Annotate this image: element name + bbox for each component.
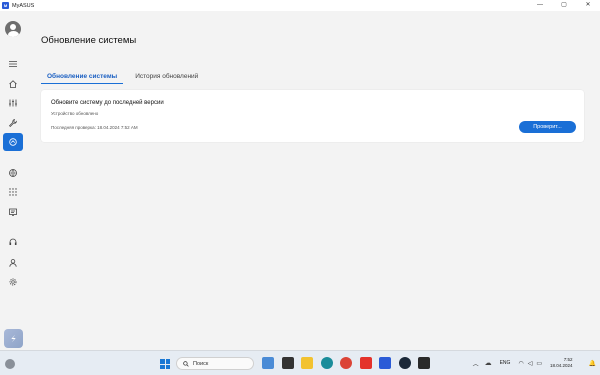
gear-icon <box>9 278 17 286</box>
update-card: Обновите систему до последней версии Уст… <box>41 90 584 142</box>
last-check-text: Последняя проверка: 18.04.2024 7:52 AM <box>51 125 138 130</box>
wifi-icon[interactable]: ◠ <box>518 360 523 367</box>
sidebar-item-link[interactable] <box>3 164 23 182</box>
page-title: Обновление системы <box>41 35 137 46</box>
window-controls: — ▢ ✕ <box>528 0 600 11</box>
yandex-icon[interactable] <box>359 357 372 369</box>
chrome-icon[interactable] <box>340 357 352 369</box>
steam-icon[interactable] <box>398 357 411 369</box>
myasus-logo-icon: M <box>2 2 9 9</box>
taskbar-search[interactable]: Поиск <box>176 357 254 370</box>
epic-games-icon[interactable] <box>418 357 430 369</box>
storeapp-icon <box>11 334 16 343</box>
sidebar-item-customization[interactable] <box>3 94 23 112</box>
storeapp-button[interactable] <box>4 329 23 348</box>
user-icon <box>9 259 17 267</box>
avatar[interactable] <box>5 21 21 37</box>
card-heading: Обновите систему до последней версии <box>51 100 164 106</box>
update-icon <box>9 138 17 146</box>
system-tray: ︿ ☁ ENG ◠ ◁ ▭ 7:52 18.04.2024 🔔 <box>473 351 600 375</box>
status-text: Устройство обновлено <box>51 111 99 116</box>
clock-date: 18.04.2024 <box>549 363 573 368</box>
widgets-icon[interactable] <box>262 357 274 369</box>
home-icon <box>9 80 17 88</box>
notification-bell-icon[interactable]: 🔔 <box>589 360 596 367</box>
chevron-up-icon[interactable]: ︿ <box>473 359 479 368</box>
clock[interactable]: 7:52 18.04.2024 <box>550 357 573 369</box>
taskbar: Поиск ︿ ☁ ENG ◠ ◁ ▭ 7:52 18.04.2024 🔔 <box>0 350 600 375</box>
window-title: MyASUS <box>12 2 35 9</box>
weather-icon[interactable] <box>5 359 15 369</box>
file-explorer-icon[interactable] <box>301 357 313 369</box>
sidebar-item-support[interactable] <box>3 233 23 251</box>
sidebar-item-apps[interactable] <box>3 183 23 201</box>
tab-system-update[interactable]: Обновление системы <box>40 71 124 84</box>
apps-grid-icon <box>9 188 17 196</box>
tab-bar: Обновление системы История обновлений <box>40 71 212 84</box>
sidebar-item-settings[interactable] <box>3 273 23 291</box>
wrench-icon <box>9 119 17 127</box>
speaker-icon[interactable]: ◁ <box>528 360 533 367</box>
language-indicator[interactable]: ENG <box>500 360 511 366</box>
sidebar <box>0 11 26 350</box>
start-button[interactable] <box>160 359 170 369</box>
onedrive-icon[interactable]: ☁ <box>485 359 492 367</box>
close-button[interactable]: ✕ <box>576 0 600 11</box>
taskbar-apps <box>262 357 438 369</box>
search-icon <box>183 360 189 367</box>
myasus-icon[interactable] <box>379 357 391 369</box>
hamburger-icon <box>9 61 17 67</box>
sliders-icon <box>9 99 17 107</box>
sidebar-item-menu[interactable] <box>3 55 23 73</box>
check-updates-button[interactable]: Проверит... <box>519 121 576 133</box>
sidebar-item-home[interactable] <box>3 75 23 93</box>
sidebar-item-news[interactable] <box>3 203 23 221</box>
sidebar-item-system-update[interactable] <box>3 133 23 151</box>
main-content: Обновление системы Обновление системы Ис… <box>26 11 600 350</box>
headset-icon <box>9 238 17 245</box>
sidebar-item-user-center[interactable] <box>3 254 23 272</box>
edge-icon[interactable] <box>320 357 333 369</box>
media-player-icon[interactable] <box>281 357 294 369</box>
maximize-button[interactable]: ▢ <box>552 0 576 11</box>
search-placeholder: Поиск <box>193 360 209 367</box>
tab-update-history[interactable]: История обновлений <box>135 71 198 84</box>
sidebar-item-diagnostics[interactable] <box>3 114 23 132</box>
title-bar: M MyASUS — ▢ ✕ <box>0 0 600 11</box>
globe-icon <box>9 169 17 177</box>
news-icon <box>9 208 17 216</box>
battery-icon[interactable]: ▭ <box>536 360 542 367</box>
minimize-button[interactable]: — <box>528 0 552 11</box>
